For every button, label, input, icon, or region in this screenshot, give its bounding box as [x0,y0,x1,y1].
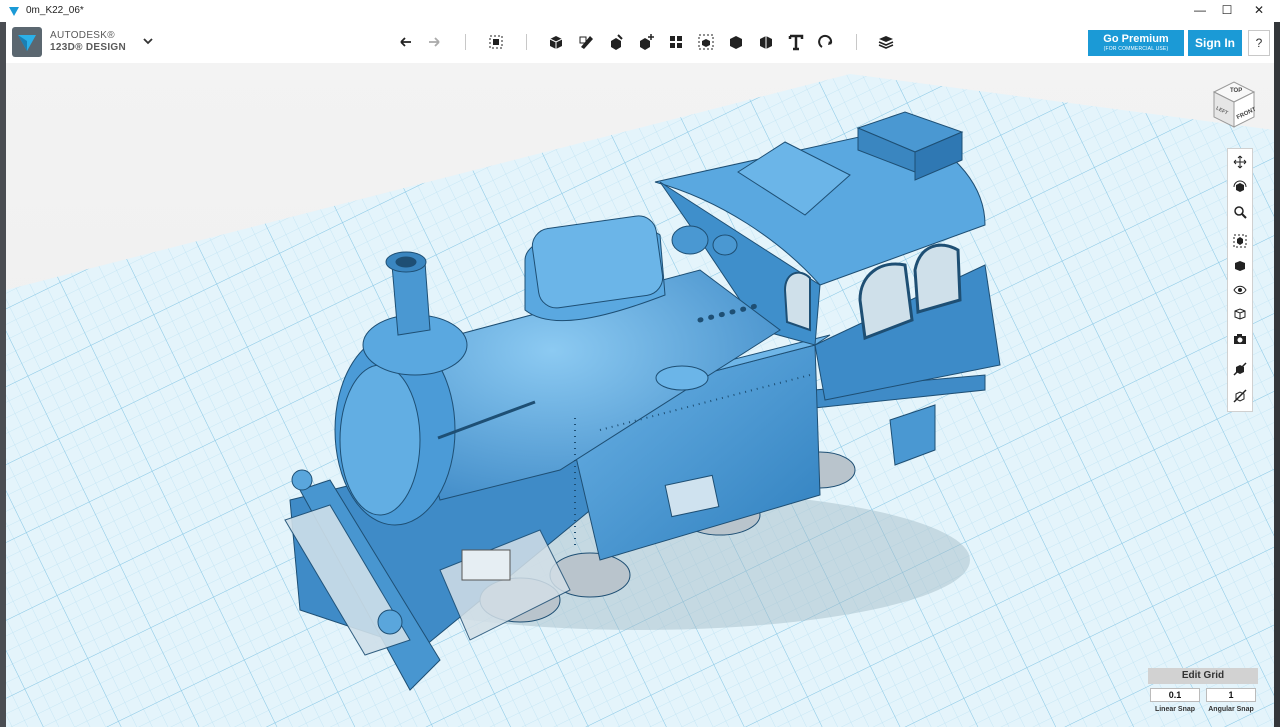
materials-outline-button[interactable] [1231,305,1249,323]
navigation-bar [1227,148,1253,412]
app-icon [9,7,19,16]
clear-icon [1233,389,1247,403]
transform-button[interactable] [484,30,508,54]
edit-grid-button[interactable]: Edit Grid [1148,668,1258,684]
angular-snap-label: Angular Snap [1208,706,1254,713]
measure-button[interactable] [754,30,778,54]
clear-button[interactable] [1231,387,1249,405]
primitives-icon [549,36,563,49]
zoom-button[interactable] [1231,203,1249,221]
pan-button[interactable] [1231,153,1249,171]
grouping-icon [698,34,714,50]
sketch-icon [579,36,593,49]
view-icon [1235,261,1245,271]
materials-outline-icon [1234,308,1246,320]
snap-icon [818,34,833,48]
scene-canvas[interactable] [6,63,1274,727]
go-premium-button[interactable]: Go Premium (FOR COMMERCIAL USE) [1088,30,1184,56]
snap-button[interactable] [814,30,838,54]
pattern-button[interactable] [664,30,688,54]
transform-icon [489,35,503,49]
undo-button[interactable] [394,30,418,54]
grid-snap-panel: Edit Grid 0.1 1 Linear Snap Angular Snap [1148,668,1258,720]
go-premium-label: Go Premium [1103,33,1169,45]
modify-icon [640,34,654,50]
close-button[interactable]: ✕ [1244,0,1274,22]
brand-company: AUTODESK® [50,30,115,41]
background-window-edge-right [1274,22,1280,727]
brand-product: 123D® DESIGN [50,42,126,53]
title-bar: 0m_K22_06* — ☐ ✕ [0,0,1280,23]
zoom-icon [1234,206,1247,219]
orbit-icon [1233,180,1247,192]
construct-button[interactable] [604,30,628,54]
window-title: 0m_K22_06* [26,5,84,16]
app-menu-chevron-icon[interactable] [142,35,154,47]
angular-snap-field[interactable]: 1 [1206,688,1256,702]
visibility-button[interactable] [1231,281,1249,299]
fit-button[interactable] [1231,232,1249,250]
redo-icon [429,37,440,47]
redo-button[interactable] [422,30,446,54]
material-icon [878,36,894,49]
sign-in-button[interactable]: Sign In [1188,30,1242,56]
pattern-icon [670,36,682,48]
orbit-button[interactable] [1231,178,1249,196]
visibility-icon [1233,285,1247,295]
go-premium-sublabel: (FOR COMMERCIAL USE) [1103,46,1169,52]
combine-icon [730,36,742,49]
view-button[interactable] [1231,257,1249,275]
fit-icon [1233,234,1247,248]
minimize-button[interactable]: — [1185,0,1215,22]
toolbar-divider [526,34,527,50]
material-button[interactable] [874,30,898,54]
screenshot-button[interactable] [1231,330,1249,348]
app-logo [12,27,42,57]
help-button[interactable]: ? [1248,30,1270,56]
toolbar-divider [856,34,857,50]
undo-icon [400,37,411,47]
view-cube[interactable]: TOP FRONT LEFT [1204,72,1264,132]
main-toolbar: AUTODESK® 123D® DESIGN Go Premium (FOR C… [6,22,1274,64]
grouping-button[interactable] [694,30,718,54]
hide-button[interactable] [1231,360,1249,378]
3d-viewport[interactable]: TOP FRONT LEFT Edit Grid 0.1 1 Linear Sn… [6,63,1274,727]
viewcube-top-label: TOP [1230,88,1242,94]
toolbar-divider [465,34,466,50]
text-icon [788,34,804,51]
sketch-button[interactable] [575,30,599,54]
primitives-button[interactable] [544,30,568,54]
combine-button[interactable] [724,30,748,54]
text-button[interactable] [784,30,808,54]
pan-icon [1233,155,1247,169]
hide-icon [1233,362,1247,376]
maximize-button[interactable]: ☐ [1212,0,1242,22]
modify-button[interactable] [634,30,658,54]
linear-snap-field[interactable]: 0.1 [1150,688,1200,702]
construct-icon [611,34,623,50]
linear-snap-label: Linear Snap [1154,706,1196,713]
measure-icon [760,36,772,49]
screenshot-icon [1234,334,1246,344]
